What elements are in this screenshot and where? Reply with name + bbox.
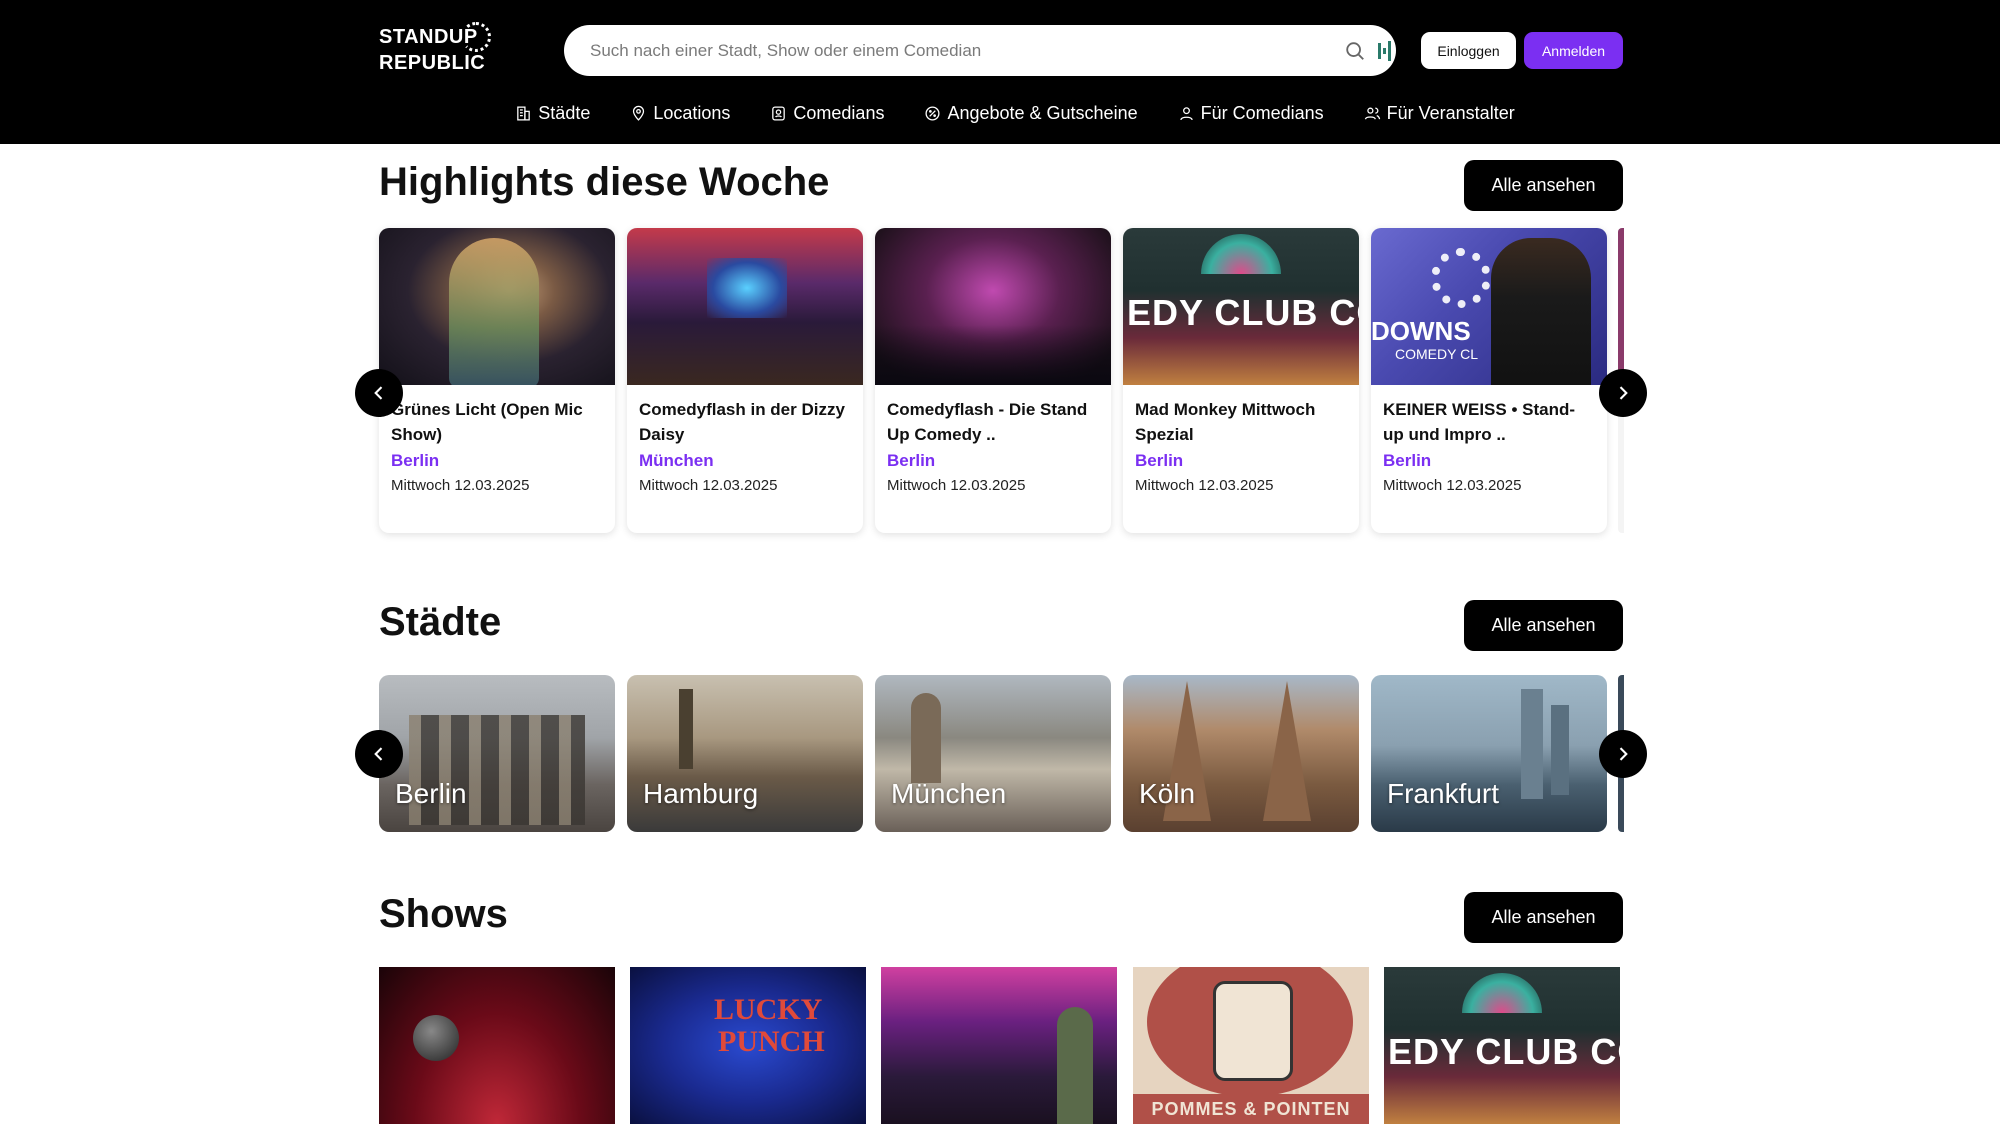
event-city[interactable]: Berlin bbox=[887, 449, 1099, 473]
event-date: Mittwoch 12.03.2025 bbox=[1135, 477, 1274, 494]
nav-label: Locations bbox=[653, 102, 731, 123]
badge-percent-icon bbox=[925, 105, 940, 121]
event-image: DOWNS COMEDY CL bbox=[1371, 228, 1607, 385]
event-city[interactable]: Berlin bbox=[1383, 449, 1595, 473]
city-name: Hamburg bbox=[643, 778, 759, 809]
event-card[interactable]: DOWNS COMEDY CL KEINER WEISS • Stand-up … bbox=[1371, 228, 1607, 533]
chevron-left-icon bbox=[374, 747, 383, 761]
login-button[interactable]: Einloggen bbox=[1421, 32, 1516, 69]
nav-label: Comedians bbox=[793, 102, 885, 123]
club-sign-text: EDY CLUB CON bbox=[1127, 292, 1359, 333]
search-icon[interactable] bbox=[1344, 40, 1366, 62]
highlights-next-button[interactable] bbox=[1599, 369, 1647, 417]
city-name: Frankfurt bbox=[1387, 778, 1500, 809]
top-header: STANDUP REPUBLIC Einloggen Anmelden Städ… bbox=[0, 0, 2000, 144]
highlights-title: Highlights diese Woche bbox=[379, 160, 830, 204]
nav-label: Angebote & Gutscheine bbox=[947, 102, 1138, 123]
nav-label: Städte bbox=[538, 102, 591, 123]
event-city[interactable]: München bbox=[639, 449, 851, 473]
search-bar[interactable] bbox=[564, 25, 1396, 76]
chevron-right-icon bbox=[1619, 386, 1628, 400]
downs-sign-text: DOWNS bbox=[1371, 316, 1471, 346]
nav-item-staedte[interactable]: Städte bbox=[515, 98, 590, 128]
event-title: Grünes Licht (Open Mic Show) bbox=[391, 400, 583, 444]
event-card[interactable]: EDY CLUB CON Mad Monkey Mittwoch Spezial… bbox=[1123, 228, 1359, 533]
event-title: Comedyflash in der Dizzy Daisy bbox=[639, 400, 845, 444]
lucky-punch-text-1: LUCKY bbox=[714, 993, 823, 1026]
show-card[interactable]: POMMES & POINTEN bbox=[1133, 967, 1369, 1124]
event-title: Mad Monkey Mittwoch Spezial bbox=[1135, 400, 1316, 444]
logo[interactable]: STANDUP REPUBLIC bbox=[379, 22, 491, 82]
show-card[interactable] bbox=[379, 967, 615, 1124]
city-icon bbox=[517, 105, 531, 121]
cities-prev-button[interactable] bbox=[355, 730, 403, 778]
location-pin-icon bbox=[633, 105, 645, 121]
search-input[interactable] bbox=[590, 37, 1310, 65]
event-date: Mittwoch 12.03.2025 bbox=[1383, 477, 1522, 494]
city-name: Berlin bbox=[395, 778, 467, 809]
cities-title: Städte bbox=[379, 600, 502, 644]
event-card[interactable]: Comedyflash in der Dizzy Daisy München M… bbox=[627, 228, 863, 533]
user-icon bbox=[1179, 106, 1193, 120]
lucky-punch-text-2: PUNCH bbox=[718, 1025, 825, 1058]
city-card-hamburg[interactable]: Hamburg bbox=[627, 675, 863, 832]
nav-item-fuer-veranstalter[interactable]: Für Veranstalter bbox=[1364, 98, 1515, 128]
chevron-right-icon bbox=[1619, 747, 1628, 761]
event-image bbox=[627, 228, 863, 385]
chevron-left-icon bbox=[374, 386, 383, 400]
logo-dots-icon bbox=[461, 22, 491, 52]
city-name: München bbox=[891, 778, 1007, 809]
city-card-frankfurt[interactable]: Frankfurt bbox=[1371, 675, 1607, 832]
comedian-icon bbox=[772, 105, 786, 121]
event-image: EDY CLUB CON bbox=[1123, 228, 1359, 385]
nav-label: Für Veranstalter bbox=[1386, 102, 1515, 123]
event-image bbox=[379, 228, 615, 385]
event-date: Mittwoch 12.03.2025 bbox=[391, 477, 530, 494]
show-card[interactable]: EDY CLUB CON bbox=[1384, 967, 1620, 1124]
main-nav: Städte Locations Comedians Angebote & Gu… bbox=[0, 98, 2000, 128]
shows-title: Shows bbox=[379, 892, 508, 936]
show-card[interactable]: LUCKY PUNCH bbox=[630, 967, 866, 1124]
voice-icon[interactable] bbox=[1378, 39, 1392, 63]
users-icon bbox=[1364, 107, 1380, 120]
logo-line2: REPUBLIC bbox=[379, 52, 486, 74]
highlights-prev-button[interactable] bbox=[355, 369, 403, 417]
event-title: KEINER WEISS • Stand-up und Impro .. bbox=[1383, 400, 1576, 444]
event-city[interactable]: Berlin bbox=[391, 449, 603, 473]
city-card-muenchen[interactable]: München bbox=[875, 675, 1111, 832]
cities-all-button[interactable]: Alle ansehen bbox=[1464, 600, 1623, 651]
signup-button[interactable]: Anmelden bbox=[1524, 32, 1623, 69]
event-card[interactable]: Grünes Licht (Open Mic Show) Berlin Mitt… bbox=[379, 228, 615, 533]
city-card-koeln[interactable]: Köln bbox=[1123, 675, 1359, 832]
event-city[interactable]: Berlin bbox=[1135, 449, 1347, 473]
event-image bbox=[875, 228, 1111, 385]
nav-item-locations[interactable]: Locations bbox=[630, 98, 730, 128]
show-card[interactable] bbox=[881, 967, 1117, 1124]
city-name: Köln bbox=[1139, 778, 1196, 809]
event-title: Comedyflash - Die Stand Up Comedy .. bbox=[887, 400, 1088, 444]
nav-item-angebote[interactable]: Angebote & Gutscheine bbox=[924, 98, 1138, 128]
cities-next-button[interactable] bbox=[1599, 730, 1647, 778]
event-date: Mittwoch 12.03.2025 bbox=[639, 477, 778, 494]
city-card-berlin[interactable]: Berlin bbox=[379, 675, 615, 832]
pommes-text: POMMES & POINTEN bbox=[1133, 1094, 1369, 1124]
highlights-all-button[interactable]: Alle ansehen bbox=[1464, 160, 1623, 211]
event-card[interactable]: Comedyflash - Die Stand Up Comedy .. Ber… bbox=[875, 228, 1111, 533]
nav-item-fuer-comedians[interactable]: Für Comedians bbox=[1178, 98, 1324, 128]
downs-sign-sub: COMEDY CL bbox=[1395, 346, 1478, 362]
nav-item-comedians[interactable]: Comedians bbox=[770, 98, 884, 128]
shows-all-button[interactable]: Alle ansehen bbox=[1464, 892, 1623, 943]
nav-label: Für Comedians bbox=[1200, 102, 1324, 123]
event-date: Mittwoch 12.03.2025 bbox=[887, 477, 1026, 494]
club-sign-text: EDY CLUB CON bbox=[1388, 1031, 1620, 1072]
